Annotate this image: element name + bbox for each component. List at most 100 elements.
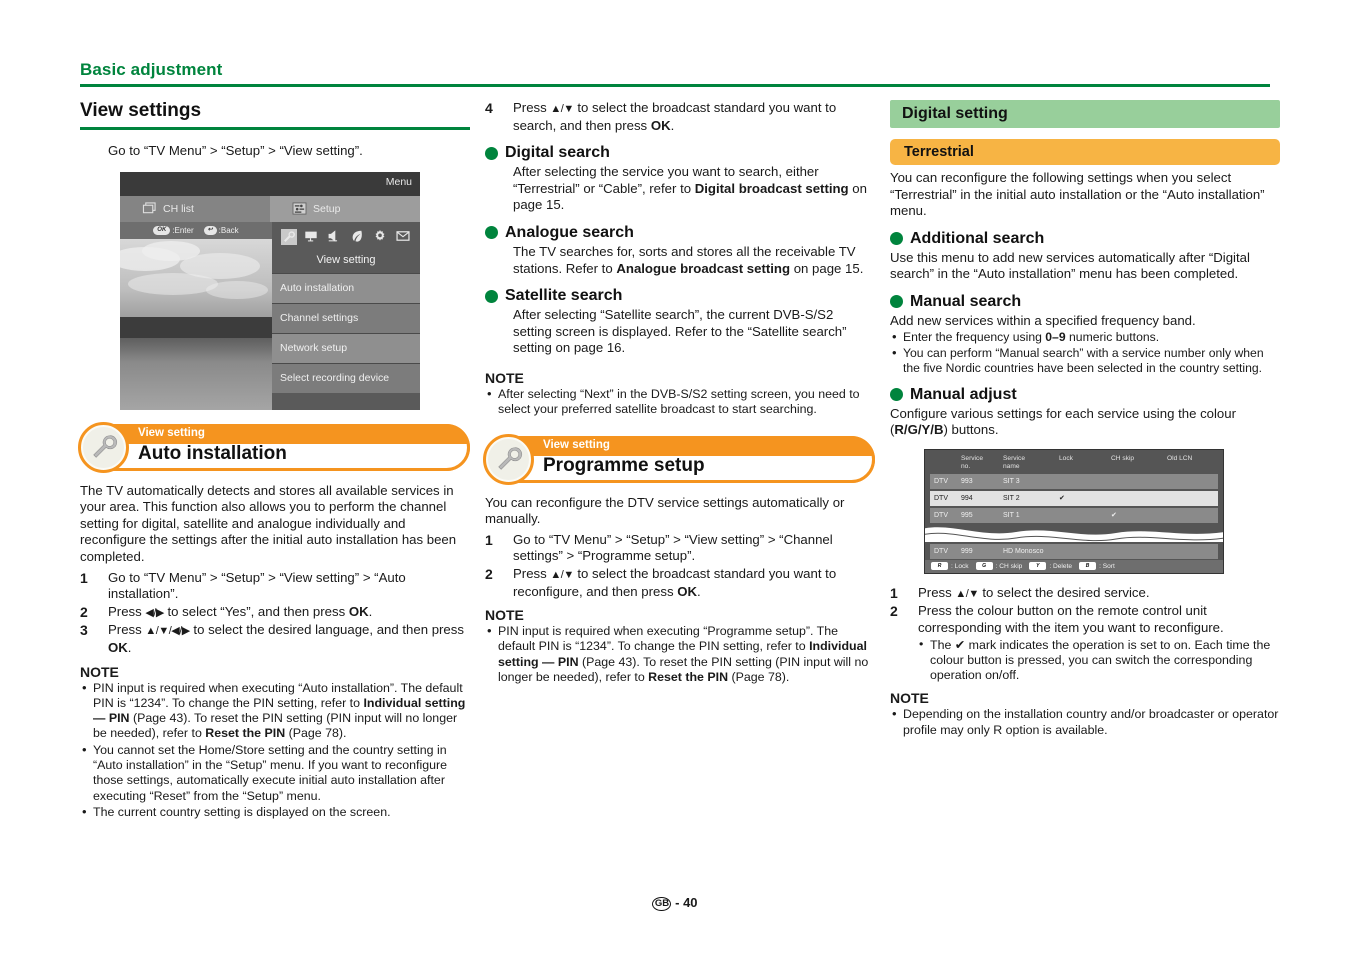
tv-item-auto-installation[interactable]: Auto installation <box>272 272 420 303</box>
cell-lock: ✔ <box>1059 495 1065 503</box>
table-row[interactable]: DTV 995 SIT 1 ✔ <box>930 507 1218 523</box>
legend-ch-skip[interactable]: G : CH skip <box>975 562 1022 571</box>
column-3: Digital setting Terrestrial You can reco… <box>890 100 1280 739</box>
picture-icon[interactable] <box>304 229 320 245</box>
banner-title: Auto installation <box>138 442 287 464</box>
step-item: 2 Press ▲/▼ to select the broadcast stan… <box>485 566 875 600</box>
banner-kicker: View setting <box>138 426 205 439</box>
step-text: Press ▲/▼ to select the desired service. <box>918 584 1150 600</box>
legend-lock[interactable]: R : Lock <box>931 562 969 571</box>
step-item: 1 Go to “TV Menu” > “Setup” > “View sett… <box>485 532 875 565</box>
banner-labels: View setting Programme setup <box>543 437 863 477</box>
step-text: Press ▲/▼ to select the broadcast standa… <box>513 100 837 133</box>
heading-manual-adjust: Manual adjust <box>890 386 1280 404</box>
eco-icon[interactable] <box>350 229 366 245</box>
tv-tabs: CH list Setup <box>120 195 420 222</box>
arrow-glyphs: ▲/▼/◀/▶ <box>145 625 190 638</box>
digital-search-body: After selecting the service you want to … <box>513 164 867 213</box>
cell-service-name: SIT 1 <box>1003 511 1020 519</box>
note-item: You cannot set the Home/Store setting an… <box>80 742 470 804</box>
col-header-ch-skip: CH skip <box>1111 454 1135 462</box>
note-heading: NOTE <box>485 369 524 386</box>
cell-type: DTV <box>934 477 948 485</box>
service-table-header: Service no. Service name Lock CH skip Old … <box>925 450 1223 474</box>
step-number: 3 <box>80 622 88 639</box>
tv-item-channel-settings[interactable]: Channel settings <box>272 302 420 333</box>
step-number: 4 <box>485 100 493 116</box>
tv-setup-icon-row <box>272 222 420 252</box>
note-item: After selecting “Next” in the DVB-S/S2 s… <box>485 386 875 418</box>
note-list: Depending on the installation country an… <box>890 706 1280 738</box>
mail-icon[interactable] <box>395 229 412 245</box>
step-text: Press ▲/▼ to select the broadcast standa… <box>513 565 837 599</box>
table-row[interactable]: DTV 999 HD Monosco <box>930 543 1218 559</box>
note-list: After selecting “Next” in the DVB-S/S2 s… <box>485 386 875 418</box>
tv-menu-label: Menu <box>385 175 412 188</box>
heading-digital-search: Digital search <box>485 144 875 162</box>
tv-setup-panel: View setting Auto installation Channel s… <box>272 221 420 410</box>
yellow-button-icon: Y <box>1029 562 1047 571</box>
legend-delete[interactable]: Y : Delete <box>1029 562 1073 571</box>
table-row[interactable]: DTV 993 SIT 3 <box>930 473 1218 489</box>
arrow-glyphs: ▲/▼ <box>550 568 574 581</box>
page-footer: GB - 40 <box>0 895 1350 911</box>
hint-back: ↩ :Back <box>203 225 239 235</box>
table-row[interactable]: DTV 994 SIT 2 ✔ <box>930 490 1218 506</box>
audio-icon[interactable] <box>327 229 343 245</box>
tv-item-select-recording-device[interactable]: Select recording device <box>272 362 420 393</box>
step-text: Go to “TV Menu” > “Setup” > “View settin… <box>513 531 833 564</box>
treeline-shape <box>120 317 272 338</box>
wrench-icon <box>78 421 129 473</box>
back-key-glyph: ↩ <box>203 225 217 235</box>
setup-gear-icon[interactable] <box>373 229 389 245</box>
tv-preview-panel: OK :Enter ↩ :Back <box>120 221 272 410</box>
view-settings-intro: Go to “TV Menu” > “Setup” > “View settin… <box>108 143 363 158</box>
arrow-glyphs: ▲/▼ <box>550 103 574 115</box>
legend-sort[interactable]: B : Sort <box>1079 562 1115 571</box>
step-number: 2 <box>890 603 898 620</box>
programme-setup-steps: 1 Go to “TV Menu” > “Setup” > “View sett… <box>485 532 875 600</box>
step-text: Press ▲/▼/◀/▶ to select the desired lang… <box>108 622 464 655</box>
cell-service-name: SIT 2 <box>1003 494 1020 502</box>
heading-additional-search: Additional search <box>890 230 1280 248</box>
page-number: 40 <box>683 895 698 910</box>
step-item: 1 Press ▲/▼ to select the desired servic… <box>890 585 1280 603</box>
hint-back-label: :Back <box>218 225 239 235</box>
satellite-search-body: After selecting “Satellite search”, the … <box>513 307 847 356</box>
tv-tab-ch-list[interactable]: CH list <box>120 195 270 222</box>
hint-enter: OK :Enter <box>153 225 194 235</box>
note-list: PIN input is required when executing “Pr… <box>485 623 875 685</box>
manual-search-bullets: Enter the frequency using 0–9 numeric bu… <box>890 329 1280 376</box>
page-header: Basic adjustment <box>80 60 1270 87</box>
tv-tab-ch-list-label: CH list <box>163 202 194 215</box>
heading-label: Manual search <box>910 292 1022 310</box>
heading-label: Satellite search <box>505 287 623 305</box>
red-button-icon: R <box>931 562 948 571</box>
cell-service-name: HD Monosco <box>1003 547 1044 555</box>
wrench-icon[interactable] <box>280 228 297 245</box>
cloud-shape <box>128 272 218 295</box>
step4-block: 4 Press ▲/▼ to select the broadcast stan… <box>485 100 875 134</box>
bullet-dot-icon <box>890 295 903 309</box>
note-heading: NOTE <box>80 663 119 680</box>
tv-body: OK :Enter ↩ :Back View setting Auto inst… <box>120 221 420 410</box>
terrestrial-band: Terrestrial <box>890 139 1280 165</box>
tv-tab-setup[interactable]: Setup <box>270 195 420 222</box>
step-number: 1 <box>890 584 898 601</box>
service-table-screenshot: Service no. Service name Lock CH skip Old … <box>924 448 1224 574</box>
heading-manual-search: Manual search <box>890 293 1280 311</box>
auto-installation-steps: 1 Go to “TV Menu” > “Setup” > “View sett… <box>80 570 470 657</box>
legend-label: : Sort <box>1099 562 1115 570</box>
col-header-service-name: Service name <box>1003 454 1025 470</box>
chapter-title: Basic adjustment <box>80 60 223 79</box>
banner-title: Programme setup <box>543 454 705 476</box>
tv-item-network-setup[interactable]: Network setup <box>272 332 420 363</box>
legend-label: : Delete <box>1049 562 1073 570</box>
note-item: The current country setting is displayed… <box>80 804 470 820</box>
step-item: 3 Press ▲/▼/◀/▶ to select the desired la… <box>80 622 470 656</box>
note-item: Depending on the installation country an… <box>890 706 1280 738</box>
step-number: 1 <box>485 531 493 548</box>
cell-type: DTV <box>934 511 948 519</box>
column-1: View settings Go to “TV Menu” > “Setup” … <box>78 100 470 821</box>
hint-enter-label: :Enter <box>172 225 194 235</box>
